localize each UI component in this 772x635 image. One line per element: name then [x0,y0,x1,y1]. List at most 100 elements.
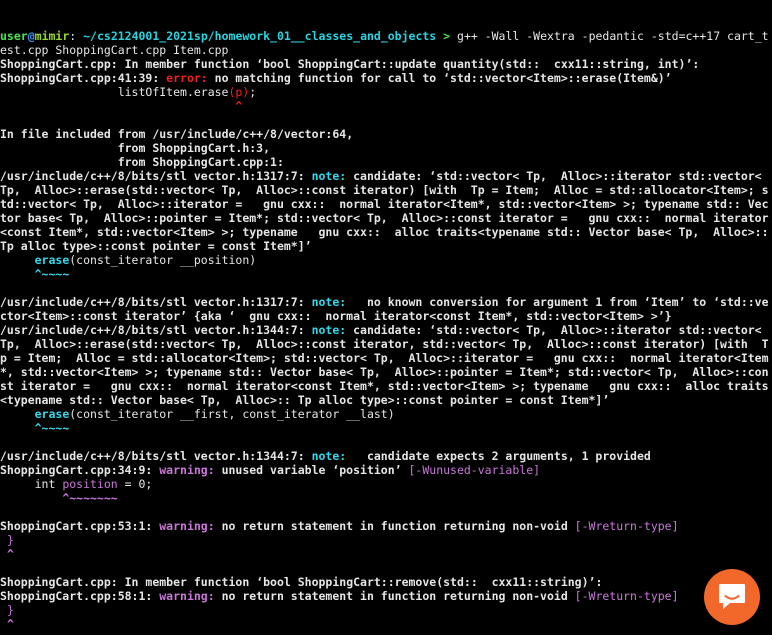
output-line: /usr/include/c++/8/bits/stl vector.h:131… [0,169,772,253]
output-segment: ShoppingCart.cpp:34:9: [0,463,160,477]
prompt-at-symbol: @ [27,29,35,43]
prompt-path: ~/cs2124001_2021sp/homework_01__classes_… [83,29,437,43]
output-line: ShoppingCart.cpp:58:1: warning: no retur… [0,589,772,603]
output-line: int position = 0; [0,477,772,491]
output-segment: /usr/include/c++/8/vector:64 [152,127,347,141]
output-line: In file included from /usr/include/c++/8… [0,127,772,141]
output-line: ^~~~~~~~ [0,491,772,505]
output-segment: no matching function for call to [214,71,444,85]
output-line: ^ [0,547,772,561]
output-segment [0,253,35,267]
output-segment: warning: [159,463,222,477]
output-line: from ShoppingCart.cpp:1: [0,155,772,169]
output-segment: } [0,603,14,617]
output-segment: [-Wreturn-type] [574,519,679,533]
prompt-host: mimir [34,29,70,43]
output-segment: listOfItem.erase [0,85,229,99]
output-segment: from [0,141,153,155]
output-segment: /usr/include/c++/8/bits/stl vector.h:134… [0,323,312,337]
terminal-output[interactable]: user@mimir: ~/cs2124001_2021sp/homework_… [0,0,772,635]
output-line: listOfItem.erase(p); [0,85,772,99]
output-segment: no return statement in function returnin… [221,519,575,533]
output-segment: from [0,155,153,169]
output-segment: ^~~~~~~~ [0,491,118,505]
output-segment: note: [311,295,354,309]
output-line: } [0,603,772,617]
prompt-user: user [0,29,28,43]
prompt-separator: > [436,29,458,43]
output-line: ShoppingCart.cpp:41:39: error: no matchi… [0,71,772,85]
output-line: /usr/include/c++/8/bits/stl vector.h:134… [0,323,772,407]
output-segment: /usr/include/c++/8/bits/stl vector.h:131… [0,169,312,183]
output-line: ^ [0,617,772,631]
output-segment: position [62,477,118,491]
output-segment: } [0,533,14,547]
output-line: } [0,533,772,547]
output-segment: ShoppingCart.cpp:58:1: [0,589,160,603]
output-segment: candidate expects 2 arguments, 1 provide… [353,449,651,463]
output-segment: /usr/include/c++/8/bits/stl vector.h:134… [0,449,312,463]
output-line: /usr/include/c++/8/bits/stl vector.h:131… [0,295,772,323]
output-segment: ‘bool ShoppingCart::update quantity(std:… [256,57,700,71]
output-segment: ‘std::vector<Item>::erase(Item&)’ [443,71,672,85]
output-segment: [-Wunused-variable] [408,463,541,477]
output-line: ^ [0,99,772,113]
output-segment: note: [311,323,354,337]
output-segment: ^~~~~ [0,421,70,435]
output-segment: /usr/include/c++/8/bits/stl vector.h:131… [0,295,312,309]
output-segment: ‘bool ShoppingCart::remove(std:: cxx11::… [256,575,603,589]
output-segment: ShoppingCart.cpp: In member function [0,575,257,589]
output-segment: ^ [0,99,243,113]
output-segment: ShoppingCart.cpp: In member function [0,57,257,71]
output-segment: (const_iterator __first, const_iterator … [69,407,395,421]
output-segment: warning: [159,519,222,533]
output-line: ShoppingCart.cpp:53:1: warning: no retur… [0,519,772,533]
output-segment: erase [34,407,70,421]
output-segment: , [263,141,271,155]
output-segment: note: [311,169,354,183]
output-segment: (const_iterator __position) [69,253,257,267]
output-line: /usr/include/c++/8/bits/stl vector.h:134… [0,449,772,463]
output-segment: = 0; [117,477,153,491]
output-line: ^~~~~ [0,267,772,281]
output-segment: ShoppingCart.cpp:41:39: [0,71,167,85]
output-segment: ; [249,85,257,99]
output-line: ^~~~~ [0,421,772,435]
output-line: erase(const_iterator __first, const_iter… [0,407,772,421]
output-segment: note: [311,449,354,463]
output-segment: (p) [228,85,250,99]
output-segment: ShoppingCart.h:3 [152,141,264,155]
output-line: from ShoppingCart.h:3, [0,141,772,155]
output-line: ShoppingCart.cpp:34:9: warning: unused v… [0,463,772,477]
output-segment: ^ [0,547,14,561]
prompt-line: user@mimir: ~/cs2124001_2021sp/homework_… [0,29,772,57]
output-segment: , [346,127,354,141]
chat-bubble-icon [719,584,745,609]
prompt-colon: : [69,29,84,43]
output-segment: ShoppingCart.cpp:53:1: [0,519,160,533]
output-segment: [-Wreturn-type] [574,589,679,603]
output-segment [0,407,35,421]
output-line: ShoppingCart.cpp: In member function ‘bo… [0,575,772,589]
output-segment: ShoppingCart.cpp:1 [152,155,277,169]
output-line: erase(const_iterator __position) [0,253,772,267]
output-segment: ^ [0,617,14,631]
output-segment: no return statement in function returnin… [221,589,575,603]
output-segment: int [0,477,63,491]
output-segment: unused variable ‘position’ [221,463,409,477]
output-line: ShoppingCart.cpp: In member function ‘bo… [0,57,772,71]
compiler-output: ShoppingCart.cpp: In member function ‘bo… [0,57,772,635]
output-segment: erase [34,253,70,267]
output-segment: In file included from [0,127,153,141]
output-segment: ^~~~~ [0,267,70,281]
output-segment: error: [166,71,215,85]
output-segment: warning: [159,589,222,603]
output-segment: : [276,155,284,169]
intercom-chat-launcher[interactable] [704,569,760,625]
